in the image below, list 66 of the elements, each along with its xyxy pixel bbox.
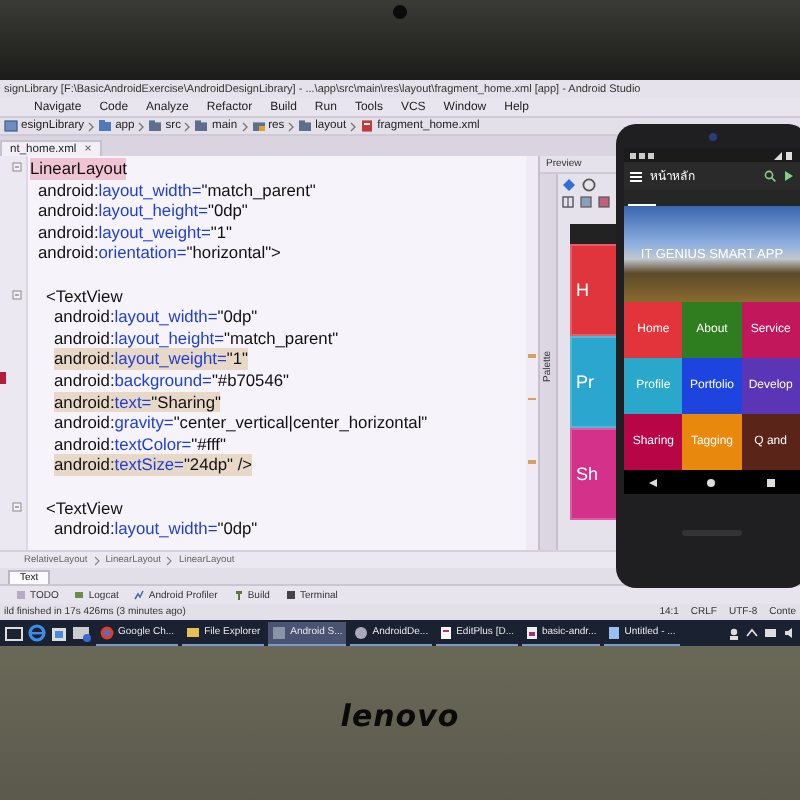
code-line: android:layout_width="0dp" [54, 306, 258, 328]
module-icon [98, 120, 113, 132]
stripe-mark [528, 397, 536, 401]
document-icon [440, 625, 453, 639]
hammer-icon [233, 590, 244, 600]
layout-icon[interactable] [598, 196, 610, 208]
signal-battery-icon [774, 151, 794, 159]
chevron-icon [350, 121, 357, 131]
code-line: <TextView [46, 497, 123, 519]
chevron-icon [138, 121, 145, 131]
code-line: android:background="#b70546" [54, 369, 289, 392]
folder-icon [148, 120, 163, 132]
design-surface-icon[interactable] [562, 178, 576, 192]
search-icon[interactable] [764, 170, 776, 182]
code-line: android:orientation="horizontal"> [38, 242, 281, 264]
code-line: <TextView [46, 285, 123, 307]
chevron-icon [241, 121, 248, 131]
notification-icons [630, 151, 654, 159]
code-line: android:layout_width="0dp" [54, 518, 258, 540]
chevron-icon [166, 555, 173, 565]
home-icon[interactable] [706, 477, 717, 487]
breakpoint-marker [0, 372, 6, 384]
chevron-icon [88, 121, 95, 131]
play-icon[interactable] [784, 170, 794, 182]
terminal-icon [285, 590, 296, 600]
battery-icon[interactable] [764, 628, 778, 638]
grid-icon[interactable] [562, 196, 574, 208]
folder-icon [298, 120, 313, 132]
brand-logo: lenovo [340, 698, 460, 734]
chevron-icon [93, 555, 100, 565]
circle-logo-icon [100, 625, 114, 639]
chevron-up-icon[interactable] [746, 628, 758, 638]
chevron-icon [184, 121, 191, 131]
code-line: android:textColor="#fff" [54, 433, 226, 455]
browser-e-icon[interactable] [28, 624, 46, 642]
resource-folder-icon [251, 120, 266, 132]
chevron-icon [288, 121, 295, 131]
back-icon[interactable] [648, 477, 659, 487]
theme-icon[interactable] [582, 178, 596, 192]
app-window-icon [272, 625, 287, 639]
image-icon[interactable] [580, 196, 592, 208]
camera-icon [392, 4, 408, 20]
chart-icon [134, 590, 145, 600]
code-line: android:layout_width="match_parent" [38, 179, 316, 201]
list-icon [16, 590, 26, 600]
code-line: android:gravity="center_vertical|center_horizontal" [54, 412, 428, 434]
code-line: android:layout_weight="1" [38, 221, 232, 243]
people-icon[interactable] [728, 627, 740, 639]
log-icon [74, 590, 85, 600]
round-app-icon [354, 625, 369, 639]
speaker-icon[interactable] [784, 628, 796, 638]
tab-indicator [628, 204, 656, 206]
stripe-mark [528, 354, 536, 358]
layout-file-icon [360, 120, 375, 132]
camera-icon [707, 132, 717, 142]
stripe-mark [528, 460, 536, 464]
code-line: android:layout_height="match_parent" [54, 327, 339, 349]
notepad-icon [608, 625, 621, 639]
folder-icon [194, 120, 209, 132]
code-line: android:layout_height="0dp" [38, 200, 248, 222]
document-icon [526, 625, 538, 639]
folder-icon [186, 626, 201, 638]
project-icon [4, 120, 18, 132]
recents-icon[interactable] [765, 477, 776, 487]
task-view-icon[interactable] [4, 625, 24, 641]
menu-icon[interactable] [630, 171, 642, 181]
